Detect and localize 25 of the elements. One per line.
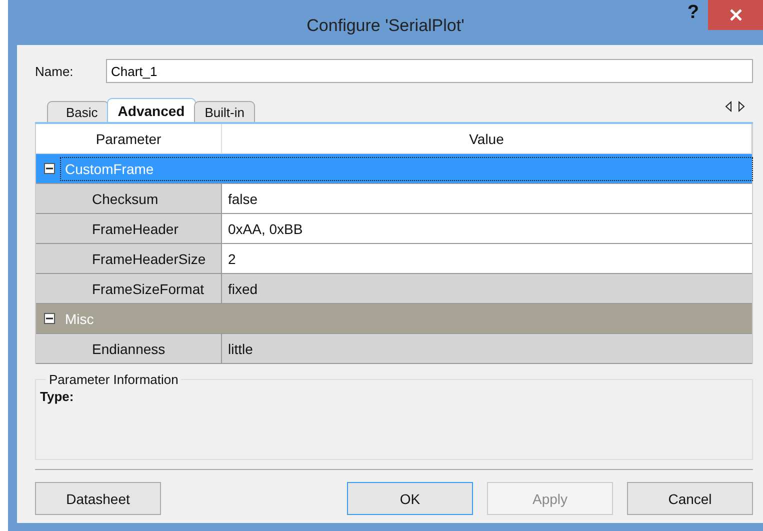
info-legend: Parameter Information bbox=[46, 372, 182, 387]
help-button[interactable]: ? bbox=[687, 2, 699, 24]
parameter-value[interactable]: 2 bbox=[222, 244, 752, 273]
parameter-value[interactable]: 0xAA, 0xBB bbox=[222, 214, 752, 243]
name-field[interactable]: Chart_1 bbox=[106, 59, 753, 83]
name-label: Name: bbox=[35, 64, 74, 78]
tab[interactable]: Built-in bbox=[194, 101, 256, 122]
datasheet-button[interactable]: Datasheet bbox=[35, 482, 161, 515]
minus-icon bbox=[46, 315, 53, 322]
close-button[interactable] bbox=[708, 0, 763, 30]
tab[interactable]: Advanced bbox=[106, 98, 196, 122]
scroll-left-icon[interactable] bbox=[725, 101, 732, 112]
window-title: Configure 'SerialPlot' bbox=[306, 16, 466, 36]
column-header: Value bbox=[222, 124, 752, 153]
scroll-right-icon[interactable] bbox=[738, 101, 745, 112]
tab[interactable]: Basic bbox=[47, 101, 109, 122]
parameter-value[interactable]: false bbox=[222, 184, 752, 213]
close-icon bbox=[730, 9, 742, 21]
minus-icon bbox=[46, 165, 53, 172]
collapse-toggle[interactable] bbox=[44, 313, 55, 324]
dialog-button[interactable]: Cancel bbox=[627, 482, 753, 515]
dialog-button[interactable]: OK bbox=[347, 482, 473, 515]
column-header: Parameter bbox=[36, 124, 222, 153]
type-label: Type: bbox=[40, 389, 74, 404]
collapse-toggle[interactable] bbox=[44, 163, 55, 174]
